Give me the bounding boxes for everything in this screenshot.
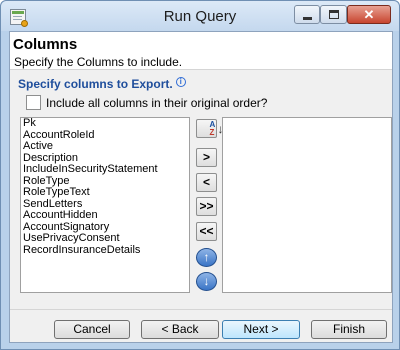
cancel-button[interactable]: Cancel	[54, 320, 130, 339]
close-button[interactable]: ✕	[347, 5, 391, 24]
minimize-icon	[303, 17, 312, 20]
column-list-item[interactable]: Active	[21, 140, 189, 153]
page-subtitle: Specify the Columns to include.	[14, 55, 183, 69]
next-button[interactable]: Next >	[222, 320, 300, 339]
minimize-button[interactable]	[294, 5, 320, 24]
arrow-down-icon: ↓	[203, 274, 210, 288]
column-list-item[interactable]: RoleTypeText	[21, 186, 189, 199]
section-title: Specify columns to Export. i	[18, 77, 186, 91]
selected-columns-list[interactable]	[222, 117, 392, 293]
footer-divider	[10, 309, 392, 310]
include-all-checkbox[interactable]	[26, 95, 41, 110]
remove-column-button[interactable]: <	[196, 173, 217, 192]
column-list-item[interactable]: UsePrivacyConsent	[21, 232, 189, 245]
page-title: Columns	[13, 36, 78, 53]
move-up-button[interactable]: ↑	[196, 248, 217, 267]
title-bar[interactable]: Run Query ✕	[1, 1, 399, 31]
add-all-columns-button[interactable]: >>	[196, 197, 217, 216]
close-icon: ✕	[363, 7, 375, 22]
remove-all-columns-button[interactable]: <<	[196, 222, 217, 241]
maximize-icon	[329, 10, 339, 19]
column-list-item[interactable]: IncludeInSecurityStatement	[21, 163, 189, 176]
wizard-header: Columns Specify the Columns to include.	[10, 32, 392, 70]
section-title-text: Specify columns to Export.	[18, 77, 173, 91]
available-columns-list[interactable]: Pk AccountRoleId Active Description IncludeI…	[20, 117, 190, 293]
back-button[interactable]: < Back	[141, 320, 219, 339]
add-column-button[interactable]: >	[196, 148, 217, 167]
sort-button[interactable]: A Z ↓	[196, 119, 224, 138]
maximize-button[interactable]	[320, 5, 347, 24]
column-list-item[interactable]: Pk	[21, 118, 189, 130]
wizard-body: Columns Specify the Columns to include. …	[9, 31, 393, 343]
run-query-window: Run Query ✕ Columns Specify the Columns …	[0, 0, 400, 350]
finish-button[interactable]: Finish	[311, 320, 387, 339]
column-list-item[interactable]: RecordInsuranceDetails	[21, 244, 189, 257]
arrow-up-icon: ↑	[203, 250, 210, 264]
include-all-label[interactable]: Include all columns in their original or…	[46, 96, 267, 110]
info-icon[interactable]: i	[175, 77, 186, 87]
column-list-item[interactable]: AccountHidden	[21, 209, 189, 222]
move-down-button[interactable]: ↓	[196, 272, 217, 291]
